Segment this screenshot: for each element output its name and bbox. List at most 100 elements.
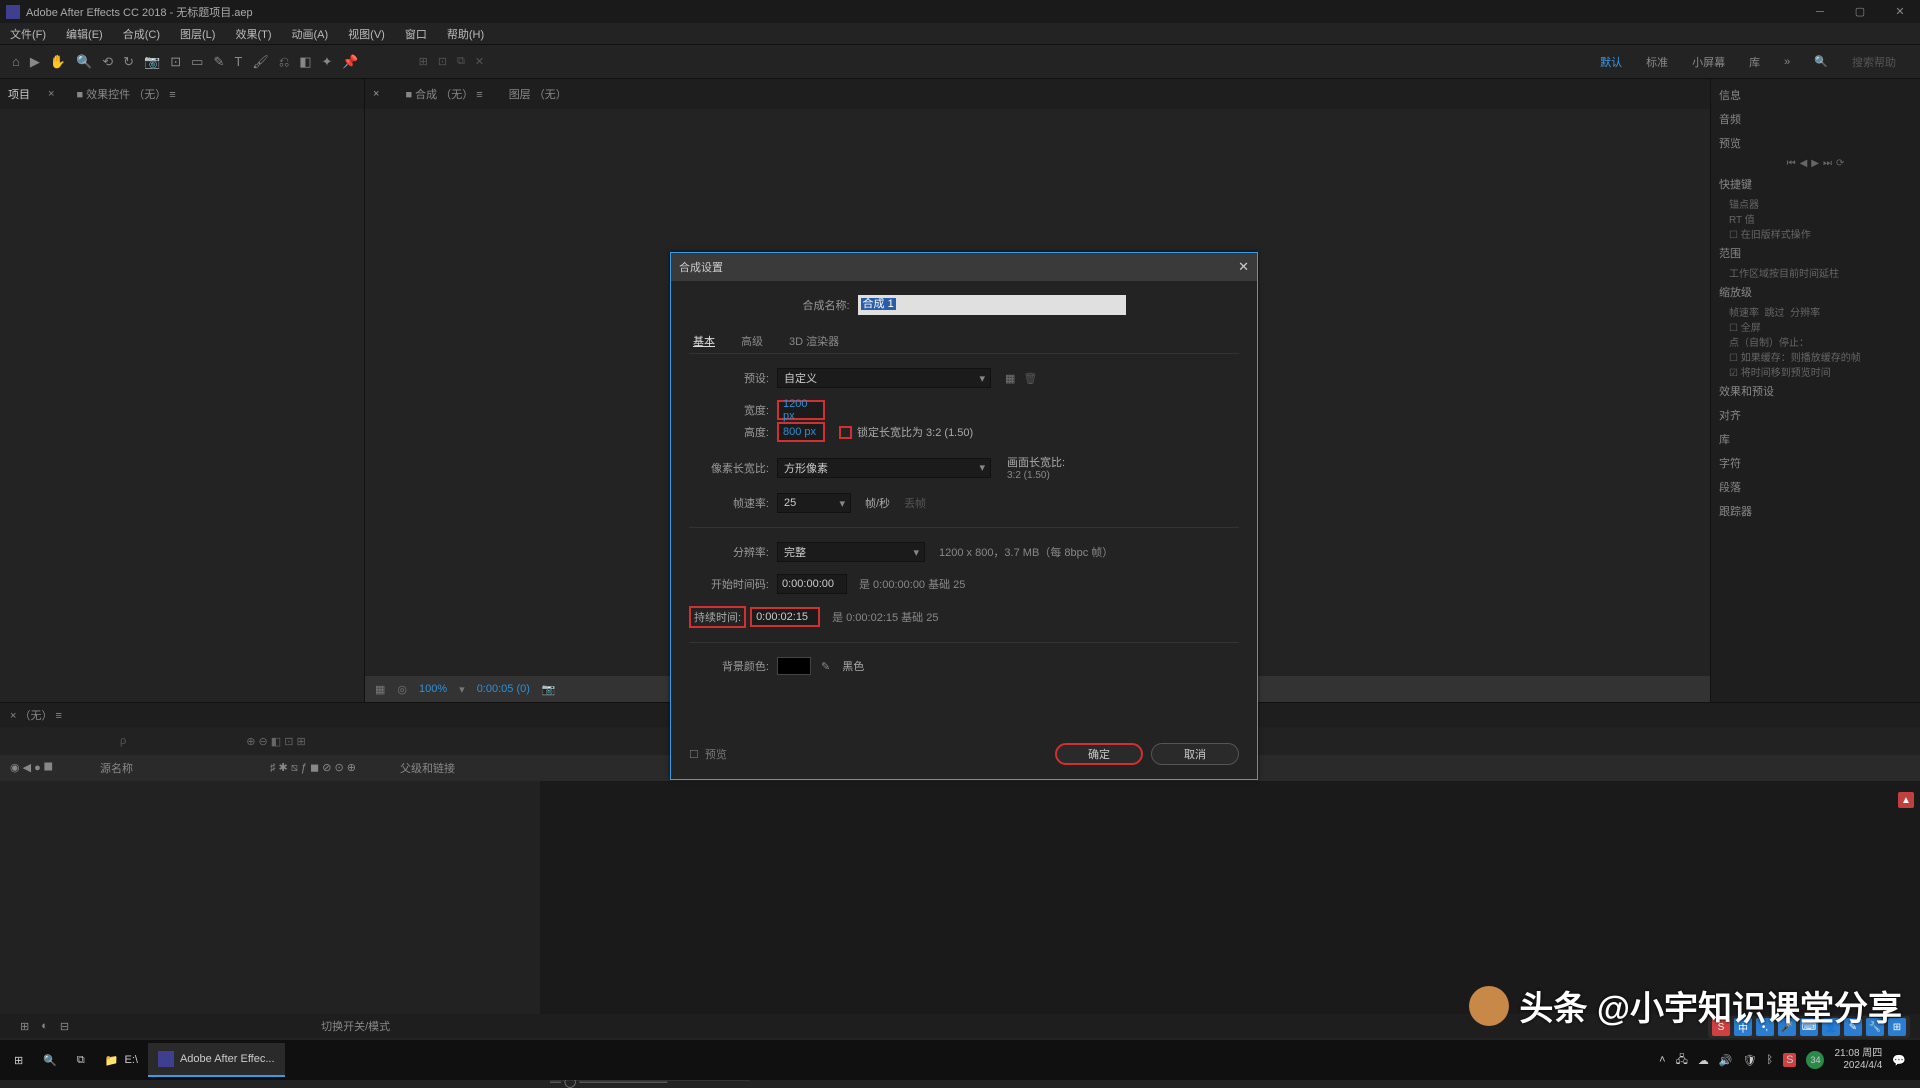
duration-input[interactable]: 0:00:02:15 [750,607,820,627]
viewer-channel-icon[interactable]: ◎ [397,683,407,696]
search-help-icon[interactable]: 🔍 [1814,55,1828,68]
start-input[interactable]: 0:00:00:00 [777,574,847,594]
tray-clock[interactable]: 21:08 周四 2024/4/4 [1834,1048,1882,1072]
rp-audio[interactable]: 音频 [1719,107,1912,131]
res-dropdown[interactable]: 完整 [777,542,925,562]
tl-col-parent[interactable]: 父级和链接 [400,760,455,776]
viewer-alpha-icon[interactable]: ▦ [375,683,385,696]
snap-opt2-icon[interactable]: ⧉ [457,55,465,68]
tray-bt-icon[interactable]: ᛒ [1767,1054,1774,1066]
puppet-tool-icon[interactable]: 📌 [342,54,358,70]
height-input[interactable]: 800 px [777,422,825,442]
text-tool-icon[interactable]: T [234,54,242,70]
tray-temp[interactable]: 34 [1806,1051,1824,1069]
rp-cb-cache[interactable]: ☐ 如果缓存：则播放缓存的帧 [1719,349,1912,364]
preview-checkbox[interactable]: ☐ 预览 [689,746,727,762]
rp-cb-oldstyle[interactable]: ☐ 在旧版样式操作 [1719,226,1912,241]
pan-behind-tool-icon[interactable]: ⊡ [170,54,181,70]
viewer-camera-icon[interactable]: 📷 [542,683,556,696]
next-frame-icon[interactable]: ⏭ [1823,158,1832,169]
rp-info[interactable]: 信息 [1719,83,1912,107]
workspace-library[interactable]: 库 [1749,54,1760,70]
minimize-button[interactable]: ─ [1800,0,1840,23]
pen-tool-icon[interactable]: ✎ [213,54,224,70]
timeline-tab[interactable]: × （无） ≡ [10,707,62,723]
tray-up-icon[interactable]: ˄ [1659,1054,1665,1066]
rp-cb-fullscreen[interactable]: ☐ 全屏 [1719,319,1912,334]
roto-tool-icon[interactable]: ✦ [322,54,333,70]
rp-cb-movetime[interactable]: ☑ 将时间移到预览时间 [1719,364,1912,379]
search-button[interactable]: 🔍 [33,1043,67,1077]
viewer-res-icon[interactable]: ▾ [459,683,465,696]
tab-effects[interactable]: ■ 效果控件 （无） ≡ [76,86,175,102]
tab-layer[interactable]: 图层 （无） [509,86,567,102]
tab-project[interactable]: 项目 [8,86,30,102]
eyedropper-icon[interactable]: ✎ [821,660,830,673]
timeline-track-area[interactable] [540,781,1920,1014]
ok-button[interactable]: 确定 [1055,743,1143,765]
timeline-search[interactable]: ρ [120,735,126,747]
tray-shield-icon[interactable]: 🛡 [1743,1054,1757,1067]
prev-frame-icon[interactable]: ◀ [1800,158,1808,169]
rp-anchor-dd[interactable]: 锚点器 [1719,196,1912,211]
menu-help[interactable]: 帮助(H) [437,26,494,42]
dialog-close-icon[interactable]: ✕ [1238,259,1249,275]
menu-edit[interactable]: 编辑(E) [56,26,113,42]
menu-layer[interactable]: 图层(L) [170,26,225,42]
play-icon[interactable]: ▶ [1811,158,1819,169]
bg-color-swatch[interactable] [777,657,811,675]
rp-align[interactable]: 对齐 [1719,403,1912,427]
rp-para[interactable]: 段落 [1719,475,1912,499]
taskbar-ae[interactable]: Adobe After Effec... [148,1043,285,1077]
close-button[interactable]: ✕ [1880,0,1920,23]
rp-char[interactable]: 字符 [1719,451,1912,475]
snap-opt1-icon[interactable]: ⊡ [438,55,447,68]
snap-opt3-icon[interactable]: ✕ [475,55,484,68]
workspace-more-icon[interactable]: » [1784,56,1790,68]
task-view-button[interactable]: ⧉ [67,1043,95,1077]
rotate-tool-icon[interactable]: ↻ [123,54,134,70]
tray-net-icon[interactable]: 🖧 [1676,1051,1688,1070]
loop-icon[interactable]: ⟳ [1836,158,1844,169]
taskbar-explorer[interactable]: 📁 E:\ [95,1043,148,1077]
preset-dropdown[interactable]: 自定义 [777,368,991,388]
width-input[interactable]: 1200 px [777,400,825,420]
rp-preview[interactable]: 预览 [1719,131,1912,155]
start-button[interactable]: ⊞ [4,1043,33,1077]
tray-cloud-icon[interactable]: ☁ [1698,1054,1709,1067]
maximize-button[interactable]: ▢ [1840,0,1880,23]
tl-footer-icon2[interactable]: ◐ [41,1020,48,1032]
cancel-button[interactable]: 取消 [1151,743,1239,765]
tab-advanced[interactable]: 高级 [741,333,763,349]
rect-tool-icon[interactable]: ▭ [191,54,203,70]
tl-footer-icon3[interactable]: ⊟ [60,1020,69,1033]
rp-library[interactable]: 库 [1719,427,1912,451]
clone-tool-icon[interactable]: ⎌ [279,54,289,70]
viewer-time[interactable]: 0:00:05 (0) [477,683,530,695]
menu-window[interactable]: 窗口 [395,26,437,42]
rp-scope-hint[interactable]: 工作区域按目前时间延柱 [1719,265,1912,280]
preset-delete-icon[interactable]: 🗑 [1023,372,1037,385]
tray-notif-icon[interactable]: 💬 [1892,1054,1906,1067]
fps-dropdown[interactable]: 25 [777,493,851,513]
lock-ratio-checkbox[interactable] [839,426,852,439]
tray-s-icon[interactable]: S [1783,1053,1796,1067]
comp-name-input[interactable]: 合成 1 [858,295,1126,315]
tab-3d[interactable]: 3D 渲染器 [789,333,839,349]
viewer-zoom[interactable]: 100% [419,683,447,695]
snap-icon[interactable]: ⊞ [419,55,428,68]
rp-track[interactable]: 跟踪器 [1719,499,1912,523]
search-help[interactable]: 搜索帮助 [1852,54,1896,70]
menu-anim[interactable]: 动画(A) [282,26,339,42]
tray-vol-icon[interactable]: 🔊 [1719,1054,1733,1067]
menu-file[interactable]: 文件(F) [0,26,56,42]
tl-col-source[interactable]: 源名称 [100,760,270,776]
eraser-tool-icon[interactable]: ◧ [299,54,311,70]
workspace-small[interactable]: 小屏幕 [1692,54,1725,70]
brush-tool-icon[interactable]: 🖌 [252,54,269,70]
preset-save-icon[interactable]: ▦ [1005,372,1015,385]
timeline-switch-icons[interactable]: ⊕ ⊖ ◧ ⊡ ⊞ [246,735,306,748]
hand-tool-icon[interactable]: ✋ [50,54,66,70]
tab-basic[interactable]: 基本 [693,333,715,349]
tl-footer-icon1[interactable]: ⊞ [20,1020,29,1033]
